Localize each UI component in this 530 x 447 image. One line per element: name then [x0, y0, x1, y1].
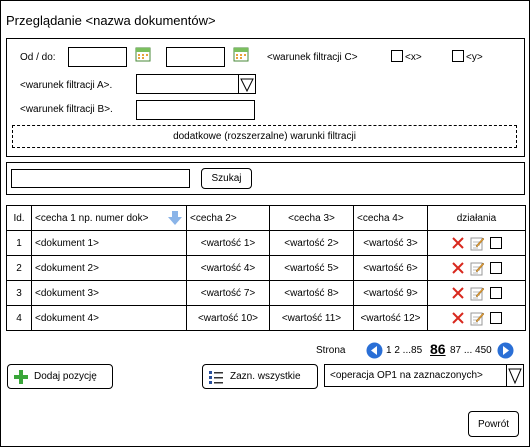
- column-header-feature-3[interactable]: <cecha 3>: [269, 205, 354, 231]
- previous-page-icon[interactable]: [366, 342, 383, 359]
- pagination-pages-after[interactable]: 87 ... 450: [450, 345, 492, 356]
- cell-id: 4: [6, 305, 32, 331]
- delete-icon[interactable]: [451, 311, 465, 325]
- date-range-label: Od / do:: [20, 52, 56, 63]
- cell-feature-3: <wartość 11>: [269, 305, 354, 331]
- cell-feature-4: <wartość 12>: [353, 305, 428, 331]
- table-row: 4 <dokument 4> <wartość 10> <wartość 11>…: [6, 305, 526, 331]
- column-header-label: <cecha 1 np. numer dok>: [35, 212, 149, 224]
- cell-document[interactable]: <dokument 2>: [31, 255, 187, 281]
- cell-actions: [427, 305, 526, 331]
- calendar-icon[interactable]: [233, 46, 249, 62]
- add-item-label: Dodaj pozycję: [34, 371, 97, 382]
- checkbox-x-label: <x>: [405, 52, 422, 63]
- table-row: 3 <dokument 3> <wartość 7> <wartość 8> <…: [6, 280, 526, 306]
- page-title: Przeglądanie <nazwa dokumentów>: [6, 13, 216, 28]
- list-icon: [209, 370, 223, 384]
- cell-feature-3: <wartość 5>: [269, 255, 354, 281]
- edit-icon[interactable]: [470, 261, 485, 276]
- cell-id: 1: [6, 230, 32, 256]
- dropdown-arrow: [506, 365, 523, 386]
- checkbox-y[interactable]: [452, 50, 464, 62]
- table-row: 1 <dokument 1> <wartość 1> <wartość 2> <…: [6, 230, 526, 256]
- cell-feature-4: <wartość 3>: [353, 230, 428, 256]
- bulk-operation-value: <operacja OP1 na zaznaczonych>: [330, 370, 483, 381]
- cell-feature-2: <wartość 10>: [186, 305, 270, 331]
- row-select-checkbox[interactable]: [490, 312, 502, 324]
- add-item-button[interactable]: Dodaj pozycję: [7, 364, 113, 389]
- chevron-down-icon: [508, 368, 522, 385]
- filter-a-label: <warunek filtracji A>.: [20, 80, 113, 91]
- cell-feature-2: <wartość 1>: [186, 230, 270, 256]
- column-header-id[interactable]: Id.: [6, 205, 32, 231]
- edit-icon[interactable]: [470, 311, 485, 326]
- date-from-input[interactable]: [68, 47, 127, 67]
- filter-b-input[interactable]: [136, 100, 255, 120]
- cell-id: 3: [6, 280, 32, 306]
- cell-document[interactable]: <dokument 3>: [31, 280, 187, 306]
- cell-feature-3: <wartość 2>: [269, 230, 354, 256]
- next-page-icon[interactable]: [497, 342, 514, 359]
- cell-feature-2: <wartość 7>: [186, 280, 270, 306]
- cell-document[interactable]: <dokument 4>: [31, 305, 187, 331]
- sort-arrow-down-icon[interactable]: [168, 210, 182, 226]
- row-select-checkbox[interactable]: [490, 237, 502, 249]
- bulk-operation-select[interactable]: <operacja OP1 na zaznaczonych>: [324, 364, 524, 387]
- back-button[interactable]: Powrót: [468, 411, 519, 437]
- dropdown-arrow: [238, 75, 255, 93]
- search-input[interactable]: [11, 169, 190, 188]
- row-select-checkbox[interactable]: [490, 287, 502, 299]
- cell-actions: [427, 255, 526, 281]
- filter-b-label: <warunek filtracji B>.: [20, 104, 113, 115]
- pagination-pages-before[interactable]: 1 2 ...85: [386, 345, 422, 356]
- cell-id: 2: [6, 255, 32, 281]
- cell-actions: [427, 280, 526, 306]
- table-row: 2 <dokument 2> <wartość 4> <wartość 5> <…: [6, 255, 526, 281]
- search-button[interactable]: Szukaj: [201, 168, 252, 189]
- documents-table: Id. <cecha 1 np. numer dok> <cecha 2> <c…: [6, 205, 526, 331]
- delete-icon[interactable]: [451, 236, 465, 250]
- cell-actions: [427, 230, 526, 256]
- calendar-icon[interactable]: [135, 46, 151, 62]
- select-all-label: Zazn. wszystkie: [230, 371, 301, 382]
- table-header-row: Id. <cecha 1 np. numer dok> <cecha 2> <c…: [6, 205, 526, 231]
- cell-feature-4: <wartość 9>: [353, 280, 428, 306]
- advanced-filters-toggle[interactable]: dodatkowe (rozszerzalne) warunki filtrac…: [12, 125, 517, 148]
- filter-c-label: <warunek filtracji C>: [267, 52, 358, 63]
- filter-a-select[interactable]: [136, 74, 256, 94]
- date-to-input[interactable]: [166, 47, 225, 67]
- cell-document[interactable]: <dokument 1>: [31, 230, 187, 256]
- select-all-button[interactable]: Zazn. wszystkie: [202, 364, 318, 389]
- edit-icon[interactable]: [470, 236, 485, 251]
- row-select-checkbox[interactable]: [490, 262, 502, 274]
- plus-icon: [14, 369, 28, 384]
- cell-feature-2: <wartość 4>: [186, 255, 270, 281]
- delete-icon[interactable]: [451, 286, 465, 300]
- column-header-feature-1[interactable]: <cecha 1 np. numer dok>: [31, 205, 187, 231]
- checkbox-x[interactable]: [391, 50, 403, 62]
- pagination-current-page: 86: [430, 341, 446, 357]
- column-header-actions: działania: [427, 205, 526, 231]
- column-header-feature-4[interactable]: <cecha 4>: [353, 205, 428, 231]
- cell-feature-3: <wartość 8>: [269, 280, 354, 306]
- chevron-down-icon: [240, 78, 254, 93]
- pagination-label: Strona: [316, 345, 346, 356]
- delete-icon[interactable]: [451, 261, 465, 275]
- edit-icon[interactable]: [470, 286, 485, 301]
- checkbox-y-label: <y>: [466, 52, 483, 63]
- column-header-feature-2[interactable]: <cecha 2>: [186, 205, 270, 231]
- cell-feature-4: <wartość 6>: [353, 255, 428, 281]
